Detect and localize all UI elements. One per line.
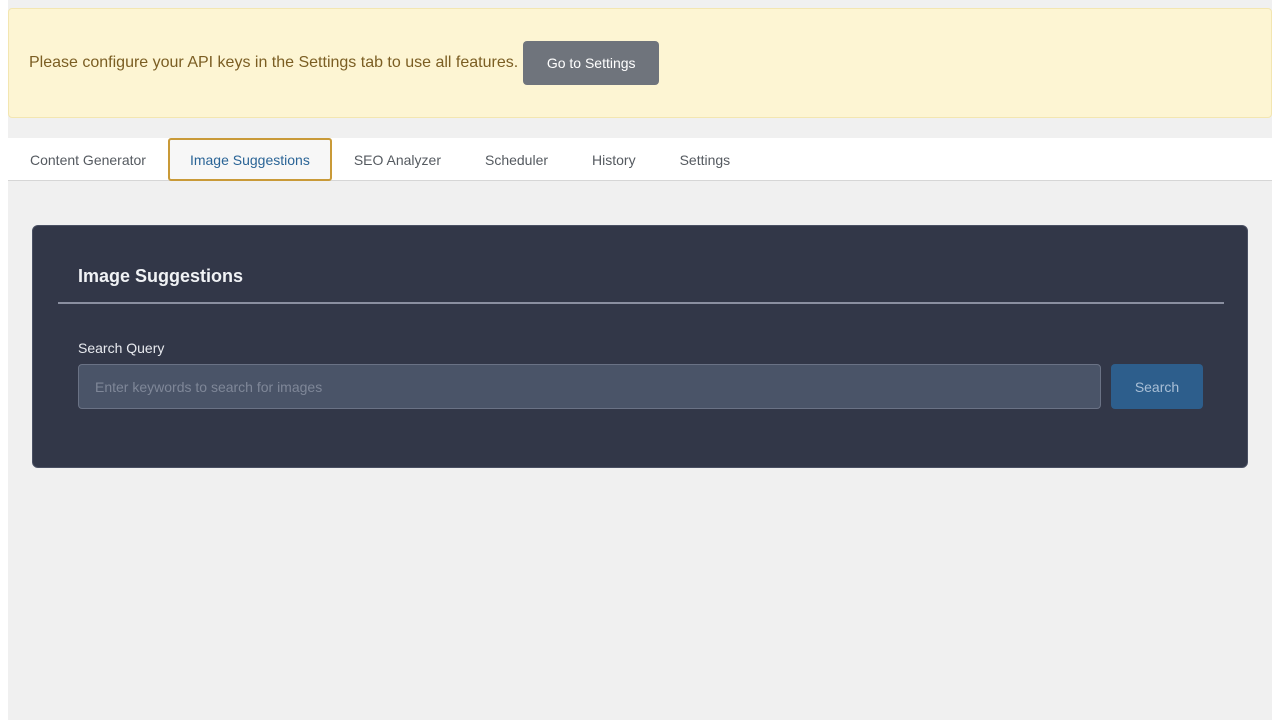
tab-history[interactable]: History <box>570 138 658 181</box>
tab-bar: Content Generator Image Suggestions SEO … <box>8 138 1272 181</box>
api-key-notice: Please configure your API keys in the Se… <box>8 8 1272 118</box>
tab-settings[interactable]: Settings <box>658 138 753 181</box>
tab-seo-analyzer[interactable]: SEO Analyzer <box>332 138 463 181</box>
app-root: Please configure your API keys in the Se… <box>8 0 1272 720</box>
go-to-settings-button[interactable]: Go to Settings <box>523 41 660 85</box>
search-button[interactable]: Search <box>1111 364 1203 409</box>
search-query-input[interactable] <box>78 364 1101 409</box>
notice-message: Please configure your API keys in the Se… <box>29 54 519 71</box>
tab-image-suggestions[interactable]: Image Suggestions <box>167 138 332 181</box>
image-suggestions-panel: Image Suggestions Search Query Search <box>32 225 1248 468</box>
panel-divider <box>58 302 1224 304</box>
search-query-label: Search Query <box>78 340 165 356</box>
panel-title: Image Suggestions <box>78 266 244 286</box>
tab-content-generator[interactable]: Content Generator <box>8 138 168 181</box>
tab-scheduler[interactable]: Scheduler <box>463 138 570 181</box>
